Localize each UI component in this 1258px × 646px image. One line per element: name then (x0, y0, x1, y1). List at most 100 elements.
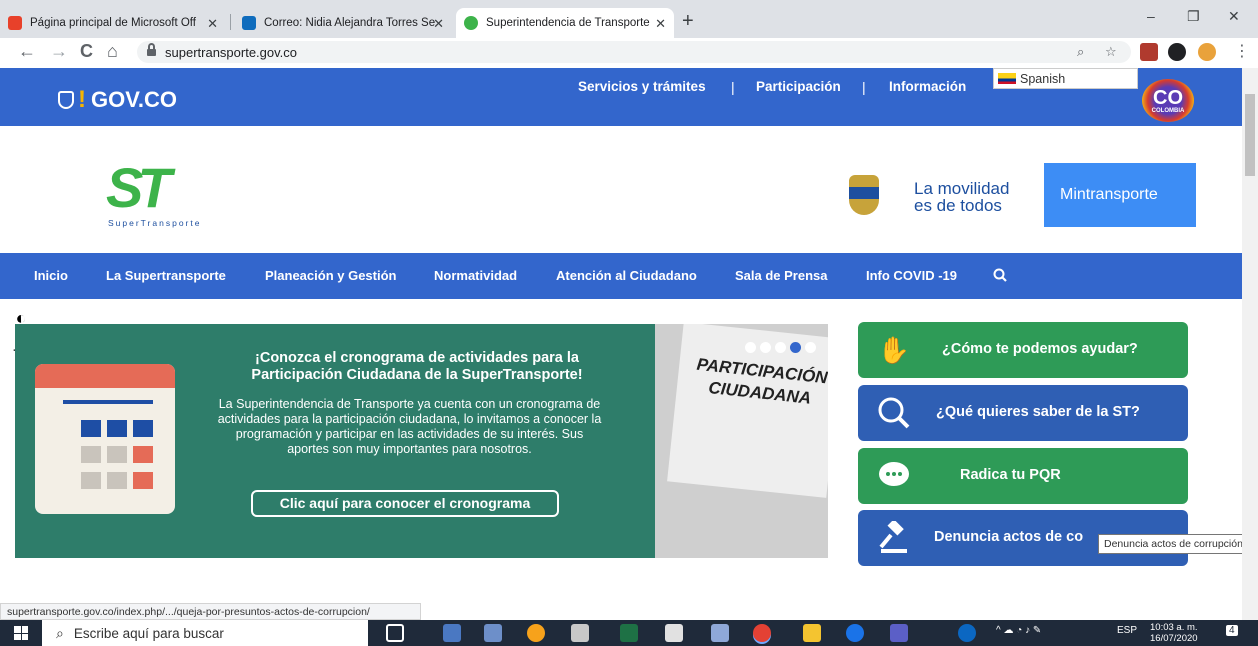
supertransporte-favicon (464, 16, 478, 30)
language-value: Spanish (1020, 71, 1066, 86)
co-badge-text: CO (1153, 87, 1183, 109)
nav-servicios-tramites[interactable]: Servicios y trámites (578, 79, 706, 94)
excel-icon[interactable] (620, 624, 638, 642)
nav-atencion-ciudadano[interactable]: Atención al Ciudadano (556, 268, 697, 283)
close-window-button[interactable]: ✕ (1228, 8, 1240, 25)
page-scrollbar[interactable] (1242, 68, 1258, 620)
windows-start-icon[interactable] (14, 626, 28, 640)
puzzle-icon[interactable] (1168, 43, 1186, 61)
nav-la-supertransporte[interactable]: La Supertransporte (106, 268, 226, 283)
carousel-dot-active[interactable] (790, 342, 801, 353)
tab-title: Página principal de Microsoft Off (30, 17, 196, 29)
mintransporte-label: Mintransporte (1044, 163, 1196, 227)
quick-link-saber[interactable]: ¿Qué quieres saber de la ST? (858, 385, 1188, 441)
chat-bubble-icon (874, 458, 914, 494)
page-content: ! GOV.CO Servicios y trámites | Particip… (0, 68, 1242, 620)
home-button[interactable]: ⌂ (107, 41, 118, 62)
status-bar-url: supertransporte.gov.co/index.php/.../que… (0, 603, 421, 620)
carousel-dots (745, 342, 816, 353)
address-bar[interactable]: supertransporte.gov.co ⌕ ☆ (137, 41, 1131, 63)
gov-header: ! GOV.CO Servicios y trámites | Particip… (0, 68, 1242, 126)
calendar-illustration (35, 364, 175, 514)
language-select[interactable]: Spanish (993, 68, 1138, 89)
supertransporte-logo[interactable]: ST SuperTransporte (106, 158, 232, 230)
office-icon (8, 16, 22, 30)
carousel-dot[interactable] (775, 342, 786, 353)
help-icon[interactable] (958, 624, 976, 642)
tray-icons[interactable]: ^ ☁ ◔ ♪ ✎ (996, 625, 1041, 636)
profile-avatar[interactable] (1198, 43, 1216, 61)
url-text[interactable]: supertransporte.gov.co (165, 45, 297, 60)
reload-button[interactable]: C (80, 41, 93, 62)
carousel-dot[interactable] (760, 342, 771, 353)
teams-icon[interactable] (890, 624, 908, 642)
scrollbar-thumb[interactable] (1245, 94, 1255, 176)
word-icon[interactable] (443, 624, 461, 642)
chrome-icon[interactable] (753, 624, 771, 642)
input-language[interactable]: ESP (1117, 625, 1137, 636)
edge-icon[interactable] (846, 624, 864, 642)
nav-informacion[interactable]: Información (889, 79, 966, 94)
mint-slogan-line2: es de todos (914, 196, 1002, 215)
cronograma-button[interactable]: Clic aquí para conocer el cronograma (251, 490, 559, 517)
hero-banner[interactable]: ¡Conozca el cronograma de actividades pa… (15, 324, 828, 558)
govco-exclamation: ! (78, 86, 86, 113)
tab-supertransporte[interactable]: Superintendencia de Transporte ✕ (456, 8, 674, 38)
carousel-dot[interactable] (745, 342, 756, 353)
new-tab-button[interactable]: + (682, 10, 694, 33)
browser-toolbar: ← → C ⌂ supertransporte.gov.co ⌕ ☆ ⋮ (0, 38, 1258, 68)
laptop-text: PARTICIPACIÓN CIUDADANA (695, 354, 828, 408)
taskbar-search-placeholder: Escribe aquí para buscar (73, 625, 224, 641)
nav-participacion[interactable]: Participación (756, 79, 841, 94)
quick-link-label: ¿Cómo te podemos ayudar? (942, 341, 1138, 357)
quick-link-ayuda[interactable]: ✋ ¿Cómo te podemos ayudar? (858, 322, 1188, 378)
main-navigation: Inicio La Supertransporte Planeación y G… (0, 253, 1242, 299)
bookmark-star-icon[interactable]: ☆ (1105, 44, 1117, 60)
tab-microsoft-office[interactable]: Página principal de Microsoft Off ✕ (0, 8, 226, 38)
quick-link-label: Denuncia actos de co (934, 529, 1084, 545)
hand-wave-icon: ✋ (877, 334, 911, 365)
laptop-illustration: PARTICIPACIÓN CIUDADANA (655, 324, 828, 558)
settings-app-icon[interactable] (527, 624, 545, 642)
globe-search-icon (874, 395, 914, 431)
nav-normatividad[interactable]: Normatividad (434, 268, 517, 283)
app-icon[interactable] (711, 624, 729, 642)
tab-outlook-mail[interactable]: Correo: Nidia Alejandra Torres Se ✕ (234, 8, 452, 38)
back-button[interactable]: ← (18, 41, 36, 62)
close-tab-icon[interactable]: ✕ (433, 16, 444, 32)
store-icon[interactable] (571, 624, 589, 642)
mintransporte-banner[interactable]: La movilidad es de todos Mintransporte (829, 163, 1196, 227)
file-explorer-icon[interactable] (803, 624, 821, 642)
shield-icon (58, 91, 74, 109)
carousel-dot[interactable] (805, 342, 816, 353)
close-tab-icon[interactable]: ✕ (655, 16, 666, 32)
menu-icon[interactable]: ⋮ (1234, 41, 1250, 61)
quick-link-pqr[interactable]: Radica tu PQR (858, 448, 1188, 504)
clock-time: 10:03 a. m. (1150, 622, 1198, 633)
nav-info-covid[interactable]: Info COVID -19 (866, 268, 957, 283)
tab-title: Correo: Nidia Alejandra Torres Se (264, 17, 436, 29)
forward-button[interactable]: → (50, 41, 68, 62)
mail-icon[interactable] (665, 624, 683, 642)
co-badge-sub: COLOMBIA (1151, 108, 1185, 114)
taskbar-search[interactable]: ⌕ Escribe aquí para buscar (42, 620, 368, 646)
search-icon[interactable] (993, 268, 1007, 282)
nav-inicio[interactable]: Inicio (34, 268, 68, 283)
st-logo-text: SuperTransporte (108, 218, 202, 228)
windows-taskbar: ⌕ Escribe aquí para buscar ^ ☁ ◔ ♪ ✎ ESP… (0, 620, 1258, 646)
nav-sala-prensa[interactable]: Sala de Prensa (735, 268, 828, 283)
taskbar-clock[interactable]: 10:03 a. m. 16/07/2020 (1150, 622, 1198, 644)
quick-link-label: ¿Qué quieres saber de la ST? (936, 404, 1140, 420)
notes-icon[interactable] (484, 624, 502, 642)
minimize-button[interactable]: – (1147, 8, 1155, 24)
close-tab-icon[interactable]: ✕ (207, 16, 218, 32)
govco-logo[interactable]: ! GOV.CO (58, 86, 177, 114)
nav-planeacion-gestion[interactable]: Planeación y Gestión (265, 268, 397, 283)
nav-separator: | (862, 79, 866, 95)
zoom-icon[interactable]: ⌕ (1077, 44, 1084, 60)
maximize-button[interactable]: ❐ (1187, 8, 1200, 25)
task-view-icon[interactable] (386, 624, 404, 642)
lock-icon (147, 43, 156, 57)
notifications-badge[interactable]: 4 (1226, 625, 1238, 636)
acrobat-icon[interactable] (1140, 43, 1158, 61)
